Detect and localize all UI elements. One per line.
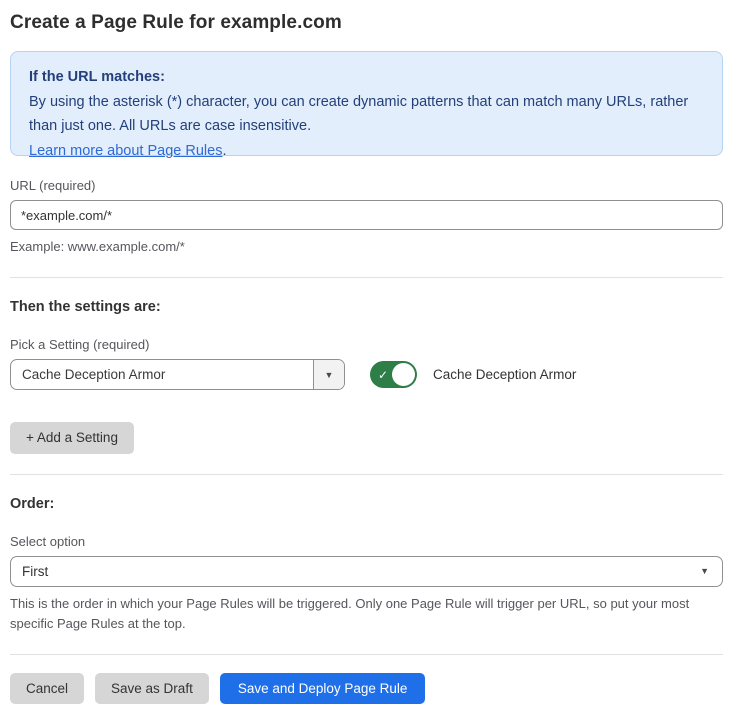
info-box-body: By using the asterisk (*) character, you…	[29, 90, 704, 139]
info-box-link-line: Learn more about Page Rules.	[29, 139, 704, 164]
url-field-label: URL (required)	[10, 178, 723, 193]
cancel-button[interactable]: Cancel	[10, 673, 84, 704]
pick-setting-label: Pick a Setting (required)	[10, 337, 723, 352]
save-as-draft-button[interactable]: Save as Draft	[95, 673, 209, 704]
toggle-knob	[392, 363, 415, 386]
url-example-helper: Example: www.example.com/*	[10, 237, 723, 257]
info-box-heading: If the URL matches:	[29, 65, 704, 90]
setting-dropdown-value: Cache Deception Armor	[11, 360, 313, 389]
page-title: Create a Page Rule for example.com	[10, 12, 723, 34]
divider	[10, 277, 723, 278]
divider	[10, 474, 723, 475]
check-icon: ✓	[378, 368, 388, 382]
order-select-label: Select option	[10, 534, 723, 549]
save-and-deploy-button[interactable]: Save and Deploy Page Rule	[220, 673, 426, 704]
chevron-down-icon: ▼	[700, 566, 709, 576]
setting-row: Cache Deception Armor ▼ ✓ Cache Deceptio…	[10, 359, 723, 390]
settings-section-heading: Then the settings are:	[10, 299, 723, 315]
divider	[10, 654, 723, 655]
order-select[interactable]: First ▼	[10, 556, 723, 587]
order-select-value: First	[22, 564, 48, 579]
setting-toggle[interactable]: ✓	[370, 361, 417, 388]
setting-dropdown-arrow-button[interactable]: ▼	[313, 360, 344, 389]
url-input[interactable]	[10, 200, 723, 230]
order-helper-text: This is the order in which your Page Rul…	[10, 594, 710, 634]
add-setting-button[interactable]: + Add a Setting	[10, 422, 134, 454]
setting-dropdown[interactable]: Cache Deception Armor ▼	[10, 359, 345, 390]
order-section-heading: Order:	[10, 496, 723, 512]
footer-buttons: Cancel Save as Draft Save and Deploy Pag…	[10, 673, 723, 704]
learn-more-link[interactable]: Learn more about Page Rules	[29, 143, 222, 159]
create-page-rule-panel: Create a Page Rule for example.com If th…	[0, 0, 733, 704]
link-suffix: .	[222, 143, 226, 159]
chevron-down-icon: ▼	[325, 370, 334, 380]
setting-toggle-label: Cache Deception Armor	[433, 367, 576, 382]
url-match-info-box: If the URL matches: By using the asteris…	[10, 51, 723, 156]
